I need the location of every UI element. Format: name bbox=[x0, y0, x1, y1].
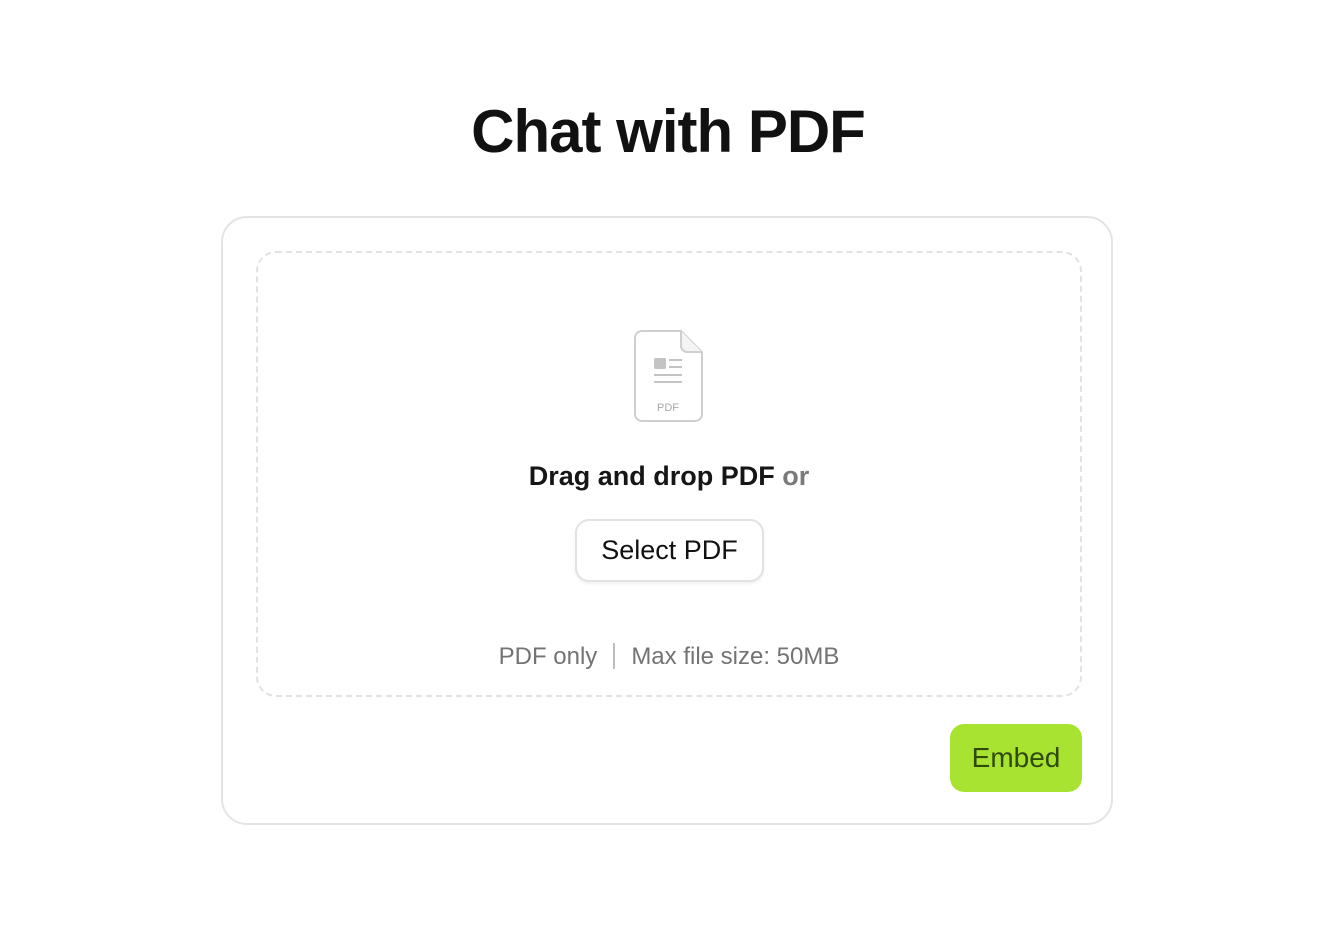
drag-drop-label: Drag and drop PDF bbox=[528, 461, 775, 491]
upload-card: PDF Drag and drop PDF or Select PDF PDF … bbox=[221, 216, 1113, 825]
upload-hints: PDF only Max file size: 50MB bbox=[258, 642, 1080, 672]
drag-drop-text: Drag and drop PDF or bbox=[258, 459, 1080, 493]
hint-file-type: PDF only bbox=[498, 643, 598, 670]
pdf-icon-label: PDF bbox=[657, 402, 679, 414]
or-label: or bbox=[782, 461, 810, 491]
hint-max-size: Max file size: 50MB bbox=[631, 643, 840, 670]
pdf-dropzone[interactable]: PDF Drag and drop PDF or Select PDF PDF … bbox=[256, 251, 1082, 697]
hint-divider bbox=[613, 642, 616, 669]
pdf-file-icon: PDF bbox=[634, 330, 704, 422]
select-pdf-button[interactable]: Select PDF bbox=[575, 519, 764, 582]
page-title: Chat with PDF bbox=[471, 98, 866, 165]
embed-button[interactable]: Embed bbox=[950, 724, 1082, 792]
page: Chat with PDF PDF Drag and drop PDF or S… bbox=[0, 0, 1336, 933]
